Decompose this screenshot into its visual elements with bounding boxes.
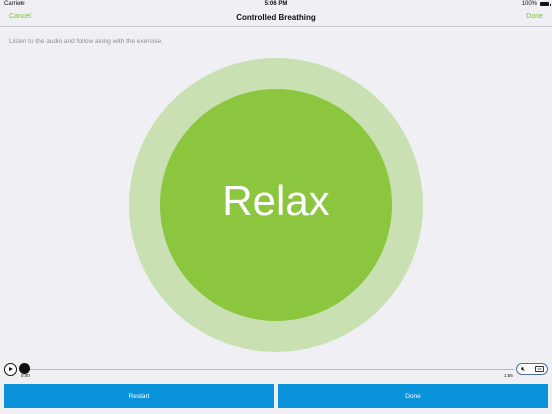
page-title: Controlled Breathing — [236, 13, 316, 22]
battery-icon — [540, 2, 551, 6]
restart-button[interactable]: Restart — [4, 384, 274, 408]
breathing-inner-circle: Relax — [160, 89, 392, 321]
current-time: 0:00 — [21, 373, 30, 378]
done-button[interactable]: Done — [278, 384, 548, 408]
audio-player: 0:00 1:56 🔇︎ CC — [0, 360, 552, 382]
speaker-muted-icon[interactable]: 🔇︎ — [521, 365, 525, 374]
closed-captions-icon[interactable]: CC — [535, 366, 544, 372]
nav-done-button[interactable]: Done — [526, 13, 543, 20]
navigation-bar: Cancel Controlled Breathing Done — [0, 9, 552, 27]
total-time: 1:56 — [504, 373, 513, 378]
status-time: 5:06 PM — [264, 1, 288, 7]
battery-percent: 100% — [521, 1, 537, 7]
breathing-word: Relax — [222, 177, 330, 224]
play-button[interactable] — [4, 363, 17, 376]
progress-track[interactable] — [24, 368, 514, 370]
instruction-text: Listen to the audio and follow along wit… — [9, 38, 163, 45]
status-bar: Carrier ≋ 5:06 PM 100% — [0, 0, 552, 9]
media-controls: 🔇︎ CC — [516, 363, 548, 375]
